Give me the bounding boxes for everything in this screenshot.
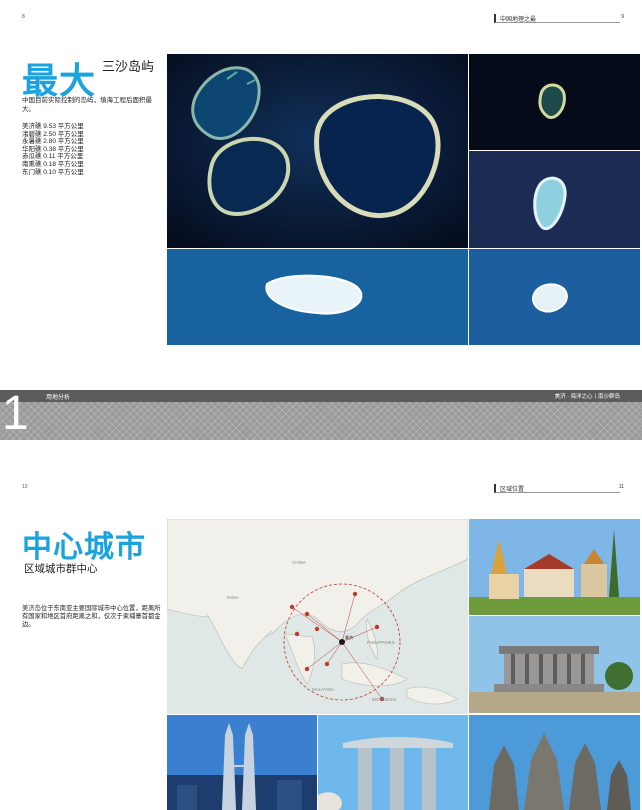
list-item: 赤瓜礁 0.11 平方公里 <box>22 153 84 161</box>
page-number-left: 10 <box>22 484 28 490</box>
map-label-malaysia: MALAYSIA <box>312 687 334 692</box>
running-header-title: 区域位置 <box>500 487 525 493</box>
page-title: 中心城市 <box>22 531 146 564</box>
page-spread-1: 8 中国地理之最 9 最大 三沙岛屿 中国目前实际控制的岛屿，填海工程后面积最大… <box>0 0 642 440</box>
page-number-left: 8 <box>22 14 25 20</box>
page-number-right: 9 <box>621 14 624 20</box>
regional-map: CHINA INDIA PHILIPPINES MALAYSIA INDONES… <box>167 519 468 714</box>
page-subtitle: 三沙岛屿 <box>102 59 155 74</box>
section-label: 用地分析 <box>46 395 71 401</box>
map-label-indonesia: INDONESIA <box>372 697 397 702</box>
page-number-right: 11 <box>618 484 624 490</box>
running-header: 中国地理之最 9 <box>494 14 624 23</box>
photo-mausoleum <box>469 616 640 713</box>
photo-petronas-towers <box>167 715 317 810</box>
satellite-image-reef-4 <box>469 249 640 345</box>
running-header-title: 中国地理之最 <box>500 17 537 23</box>
footer-bar <box>0 390 642 402</box>
map-label-meiji: 美济 <box>345 634 353 640</box>
footer-caption: 美济 · 海洋之心丨南沙群岛 <box>554 394 620 400</box>
photo-marina-bay-sands <box>318 715 468 810</box>
list-item: 东门礁 0.10 平方公里 <box>22 168 84 176</box>
satellite-image-reef-1 <box>469 54 640 150</box>
photo-angkor-wat <box>469 715 640 810</box>
map-label-china: CHINA <box>292 560 306 565</box>
intro-text: 美济岛位于东南亚主要国际城市中心位置，距离所有国家和地区首府距离之和，仅次于柬埔… <box>22 605 161 628</box>
intro-text: 中国目前实际控制的岛屿，填海工程后面积最大。 <box>22 97 152 113</box>
satellite-image-reef-3 <box>167 249 468 345</box>
map-label-india: INDIA <box>227 595 239 600</box>
satellite-image-atolls <box>167 54 468 248</box>
photo-grand-palace <box>469 519 640 615</box>
page-gap <box>0 440 642 472</box>
map-label-philippines: PHILIPPINES <box>367 640 395 645</box>
satellite-image-reef-2 <box>469 151 640 248</box>
page-spread-2: 10 区域位置 11 中心城市 区域城市群中心 美济岛位于东南亚主要国际城市中心… <box>0 472 642 810</box>
section-number: 1 <box>2 387 29 440</box>
running-header: 区域位置 11 <box>494 484 624 493</box>
list-item: 南熏礁 0.18 平方公里 <box>22 160 84 168</box>
map-graphic: CHINA INDIA PHILIPPINES MALAYSIA INDONES… <box>167 519 468 714</box>
list-item: 美济礁 9.53 平方公里 <box>22 123 84 130</box>
list-item: 永暑礁 2.80 平方公里 <box>22 138 84 146</box>
page-subtitle: 区域城市群中心 <box>24 563 98 575</box>
island-area-list: 美济礁 9.53 平方公里 渚碧礁 2.50 平方公里 永暑礁 2.80 平方公… <box>22 123 84 176</box>
